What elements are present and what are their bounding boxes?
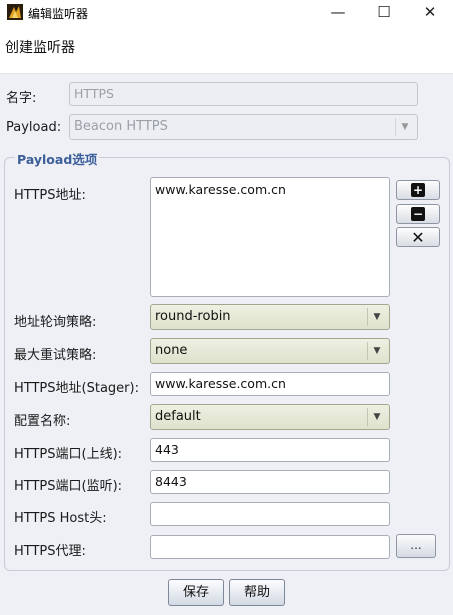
profile-select[interactable]: default ▼ [150,404,390,430]
max-retry-label: 最大重试策略: [14,348,97,363]
chevron-down-icon: ▼ [367,408,386,426]
port-c2-field[interactable]: 443 [150,438,390,462]
name-label: 名字: [6,91,37,106]
clear-hosts-button[interactable]: ✕ [396,227,440,247]
host-header-label: HTTPS Host头: [14,511,107,526]
close-button[interactable]: ✕ [407,0,453,26]
save-button[interactable]: 保存 [168,579,224,606]
rotation-strategy-select[interactable]: round-robin ▼ [150,304,390,330]
minus-icon: − [411,207,425,221]
https-hosts-label: HTTPS地址: [14,188,86,203]
stager-host-field[interactable]: www.karesse.com.cn [150,372,390,396]
minimize-icon: — [330,3,346,21]
port-c2-label: HTTPS端口(上线): [14,447,123,462]
header-panel: 创建监听器 [0,26,453,74]
proxy-label: HTTPS代理: [14,544,86,559]
https-hosts-list[interactable]: www.karesse.com.cn [150,177,390,297]
host-header-field[interactable] [150,502,390,526]
plus-icon: + [411,183,425,197]
maximize-button[interactable]: ☐ [361,0,407,26]
clear-icon: ✕ [411,228,425,247]
proxy-config-button[interactable]: ... [396,534,436,558]
remove-host-button[interactable]: − [396,204,440,224]
chevron-down-icon: ▼ [367,342,386,360]
rotation-strategy-value: round-robin [155,309,231,324]
max-retry-value: none [155,343,188,358]
chevron-down-icon: ▼ [367,308,386,326]
profile-value: default [155,409,201,424]
minimize-button[interactable]: — [315,0,361,26]
proxy-field[interactable] [150,535,390,559]
payload-value: Beacon HTTPS [74,119,168,134]
payload-select[interactable]: Beacon HTTPS ▼ [69,114,418,140]
stager-host-label: HTTPS地址(Stager): [14,381,139,396]
close-icon: ✕ [423,3,437,21]
add-host-button[interactable]: + [396,180,440,200]
name-field[interactable]: HTTPS [69,82,418,106]
payload-label: Payload: [6,120,62,135]
chevron-down-icon: ▼ [395,118,414,136]
group-title: Payload选项 [15,149,100,168]
header-text: 创建监听器 [5,40,75,56]
title-bar: 编辑监听器 — ☐ ✕ [0,0,453,26]
max-retry-select[interactable]: none ▼ [150,338,390,364]
profile-label: 配置名称: [14,414,71,429]
window-title: 编辑监听器 [28,7,89,21]
help-button[interactable]: 帮助 [229,579,285,606]
app-icon [7,4,23,20]
rotation-strategy-label: 地址轮询策略: [14,315,97,330]
port-bind-label: HTTPS端口(监听): [14,479,123,494]
maximize-icon: ☐ [377,3,391,21]
port-bind-field[interactable]: 8443 [150,470,390,494]
